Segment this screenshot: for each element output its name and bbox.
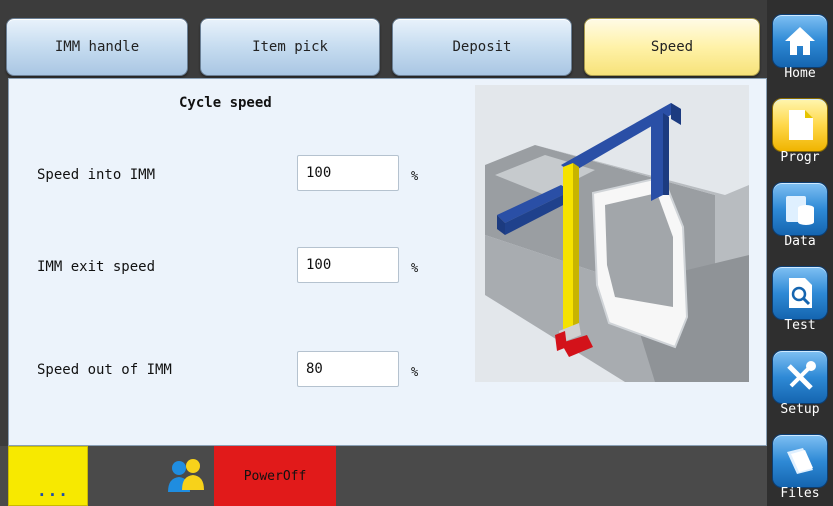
speed-into-imm-field[interactable]: 100: [297, 155, 399, 191]
sidebar-item-label: Progr: [780, 150, 820, 165]
cycle-speed-panel: Cycle speed Speed into IMM 100 % IMM exi…: [8, 78, 767, 446]
right-sidebar: Home Progr Data Test Setup Files: [767, 0, 833, 506]
sidebar-item-home[interactable]: Home: [767, 0, 833, 82]
tools-icon: [772, 350, 828, 404]
tab-speed[interactable]: Speed: [584, 18, 760, 76]
speed-into-imm-unit: %: [411, 169, 419, 183]
speed-out-of-imm-field[interactable]: 80: [297, 351, 399, 387]
more-dots: ...: [37, 481, 69, 500]
sidebar-item-progr[interactable]: Progr: [767, 84, 833, 166]
speed-out-of-imm-label: Speed out of IMM: [37, 362, 172, 378]
database-icon: [772, 182, 828, 236]
tab-item-pick[interactable]: Item pick: [200, 18, 380, 76]
more-button[interactable]: ...: [8, 446, 88, 506]
sidebar-item-test[interactable]: Test: [767, 252, 833, 334]
imm-exit-speed-field[interactable]: 100: [297, 247, 399, 283]
tab-deposit[interactable]: Deposit: [392, 18, 572, 76]
robot-illustration: [475, 85, 749, 382]
poweroff-button[interactable]: PowerOff: [214, 446, 336, 506]
sidebar-item-label: Data: [784, 234, 816, 249]
sidebar-item-data[interactable]: Data: [767, 168, 833, 250]
sidebar-item-label: Setup: [780, 402, 820, 417]
panel-title: Cycle speed: [179, 95, 272, 111]
users-icon[interactable]: [166, 456, 206, 496]
imm-exit-speed-unit: %: [411, 261, 419, 275]
sidebar-item-files[interactable]: Files: [767, 420, 833, 502]
imm-exit-speed-label: IMM exit speed: [37, 259, 156, 275]
sidebar-item-label: Files: [780, 486, 820, 501]
bottom-bar: ... PowerOff: [0, 446, 767, 506]
files-icon: [772, 434, 828, 488]
document-icon: [772, 98, 828, 152]
home-icon: [772, 14, 828, 68]
tab-imm-handle[interactable]: IMM handle: [6, 18, 188, 76]
speed-into-imm-label: Speed into IMM: [37, 167, 156, 183]
sidebar-item-setup[interactable]: Setup: [767, 336, 833, 418]
sidebar-item-label: Home: [784, 66, 816, 81]
speed-out-of-imm-unit: %: [411, 365, 419, 379]
main-frame: IMM handle Item pick Deposit Speed Cycle…: [0, 0, 767, 506]
magnifier-document-icon: [772, 266, 828, 320]
sidebar-item-label: Test: [784, 318, 816, 333]
tab-bar: IMM handle Item pick Deposit Speed: [6, 12, 766, 76]
